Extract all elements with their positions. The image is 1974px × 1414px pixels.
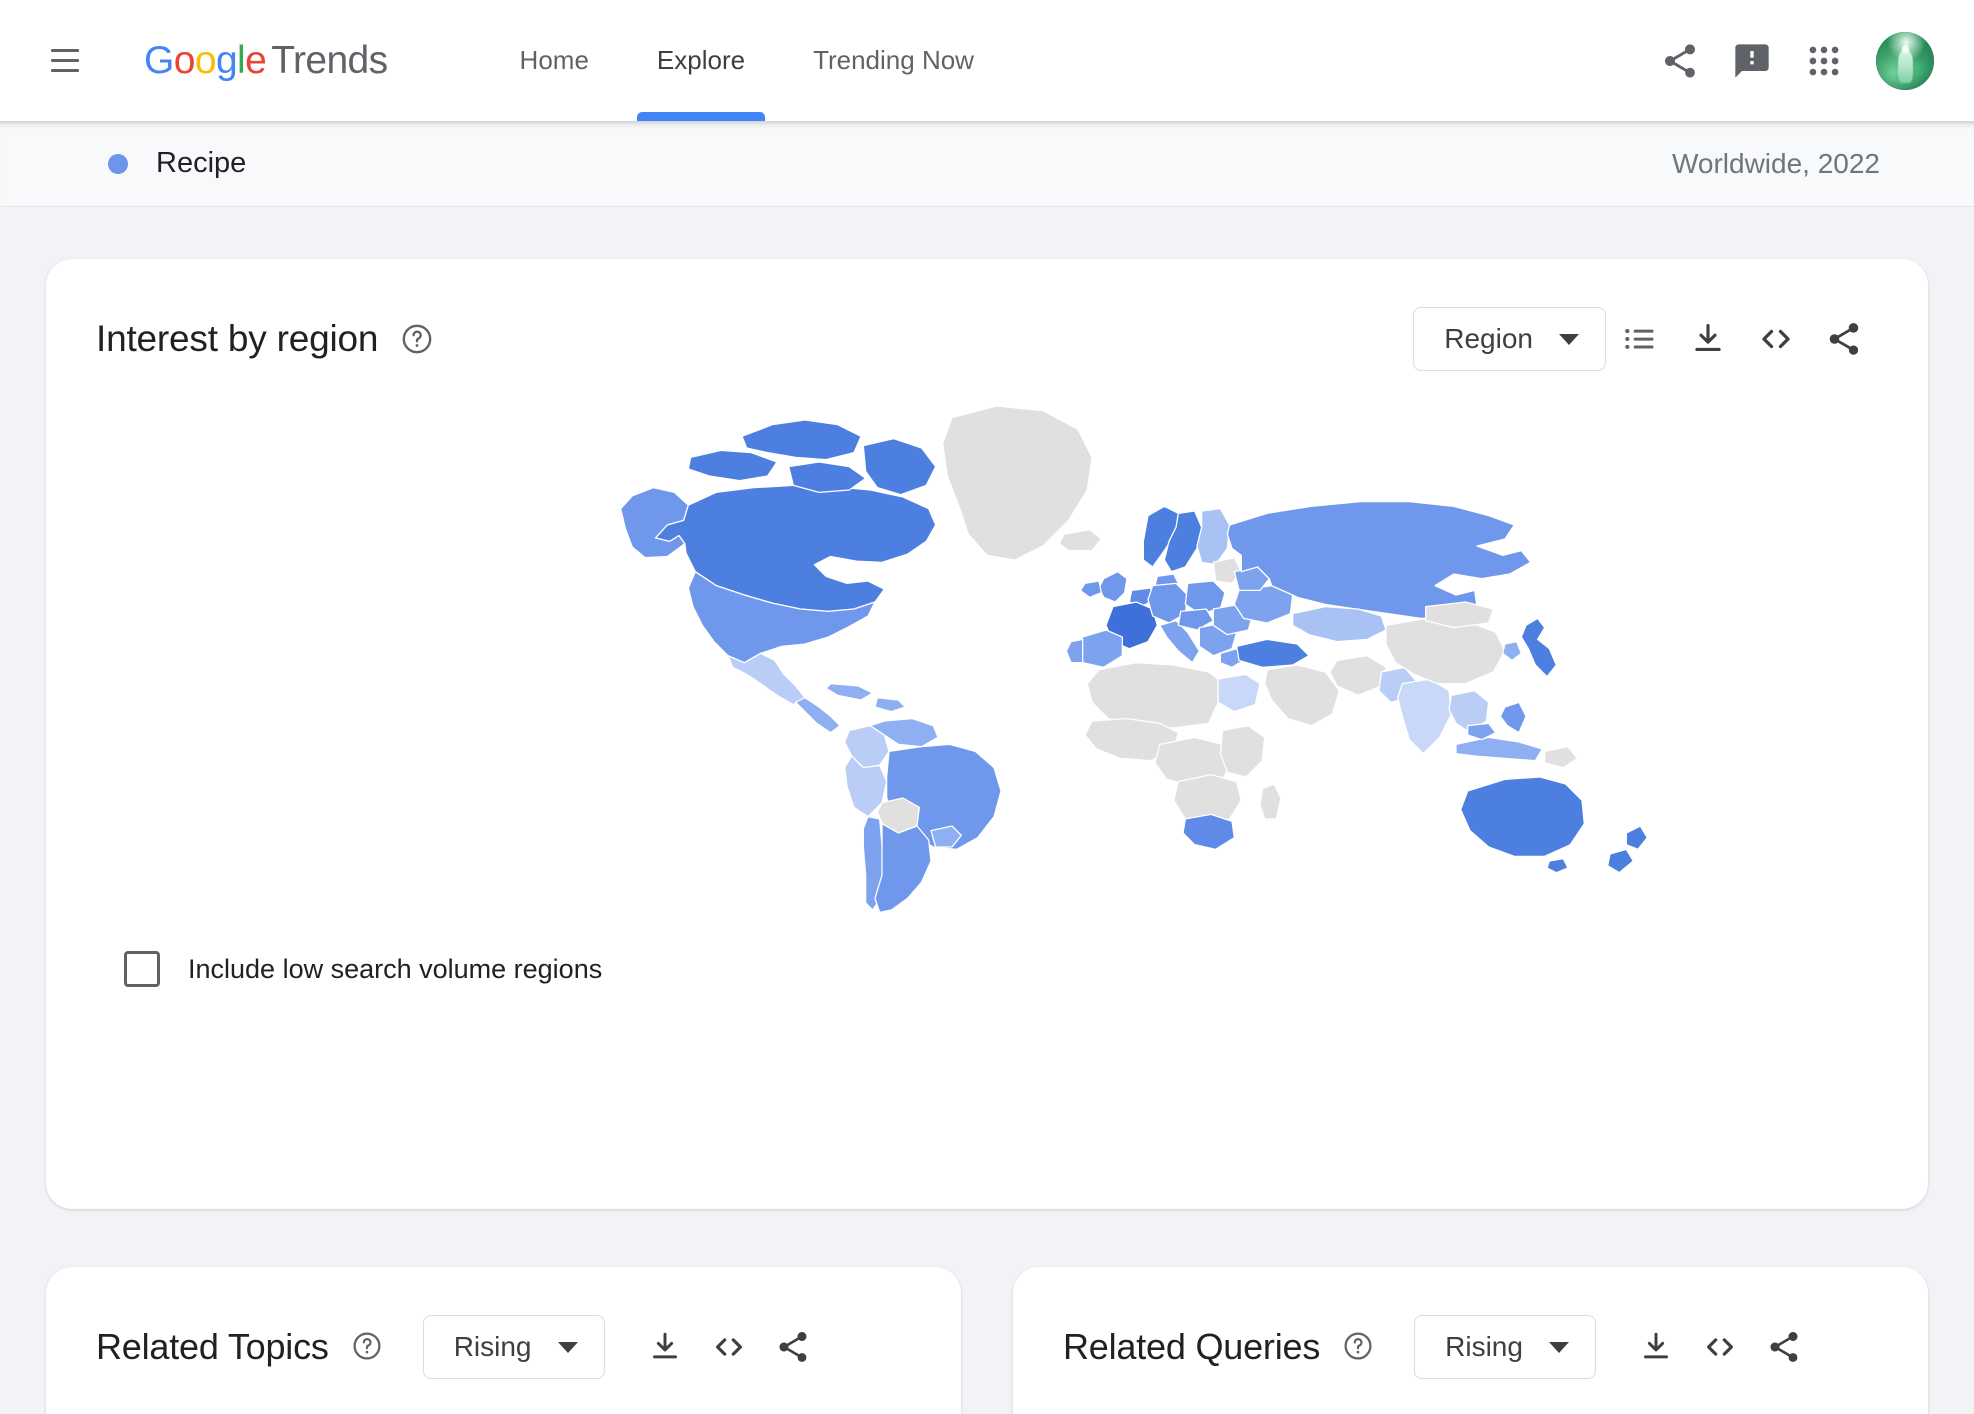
logo-letter-l: l	[237, 38, 246, 82]
low-volume-checkbox-row: Include low search volume regions	[124, 951, 1878, 987]
map-region-canada-arctic-1[interactable]	[741, 419, 862, 461]
share-icon[interactable]	[761, 1315, 825, 1379]
related-queries-title: Related Queries	[1063, 1326, 1321, 1367]
map-region-canada-arctic-3[interactable]	[788, 461, 867, 493]
search-term-label: Recipe	[156, 147, 247, 179]
related-panels-row: Related Topics Rising Related Queries Ri…	[46, 1267, 1928, 1414]
related-topics-card: Related Topics Rising	[46, 1267, 961, 1414]
map-region-central-america[interactable]	[795, 697, 841, 734]
tab-home[interactable]: Home	[486, 0, 623, 121]
map-region-cuba[interactable]	[825, 683, 874, 701]
interest-by-region-tools	[1606, 305, 1878, 373]
account-avatar[interactable]	[1876, 31, 1934, 90]
map-region-south-korea[interactable]	[1502, 641, 1522, 661]
logo-letter-o1: o	[173, 38, 196, 82]
list-view-icon[interactable]	[1606, 305, 1674, 373]
map-region-finland[interactable]	[1196, 508, 1231, 566]
scope-label: Worldwide, 2022	[1671, 147, 1880, 179]
share-icon[interactable]	[1644, 25, 1716, 97]
region-level-select[interactable]: Region	[1413, 307, 1606, 371]
logo-letter-e: e	[245, 38, 267, 82]
google-trends-logo[interactable]: Go o g l e Trends	[144, 39, 388, 83]
related-queries-card: Related Queries Rising	[1013, 1267, 1928, 1414]
map-region-japan[interactable]	[1520, 617, 1557, 678]
embed-code-icon[interactable]	[1742, 305, 1810, 373]
map-region-madagascar[interactable]	[1259, 783, 1282, 820]
related-queries-tools	[1624, 1315, 1816, 1379]
series-color-dot	[108, 153, 128, 174]
map-region-south-africa[interactable]	[1182, 813, 1235, 850]
region-level-value: Region	[1444, 323, 1533, 354]
share-icon[interactable]	[1810, 305, 1878, 373]
map-region-canada-arctic-2[interactable]	[687, 449, 778, 482]
related-queries-sort-value: Rising	[1445, 1331, 1523, 1362]
feedback-icon[interactable]	[1716, 25, 1788, 97]
map-region-north-africa[interactable]	[1086, 662, 1219, 729]
map-region-indonesia[interactable]	[1455, 736, 1543, 762]
search-term-bar: Recipe Worldwide, 2022	[0, 121, 1974, 207]
map-region-portugal[interactable]	[1065, 638, 1084, 664]
help-icon[interactable]	[351, 1330, 385, 1364]
avatar-figure	[1898, 48, 1914, 83]
help-icon[interactable]	[1342, 1330, 1376, 1364]
map-region-canada-baffin[interactable]	[862, 438, 937, 496]
related-topics-sort-value: Rising	[453, 1331, 532, 1362]
include-low-volume-label[interactable]: Include low search volume regions	[188, 954, 602, 985]
main-content: Interest by region Region Include low se…	[0, 259, 1974, 1414]
chevron-down-icon	[1548, 1341, 1569, 1353]
interest-by-region-card: Interest by region Region Include low se…	[46, 259, 1928, 1209]
chevron-down-icon	[557, 1341, 578, 1353]
related-queries-header: Related Queries Rising	[1063, 1311, 1884, 1383]
map-region-hispaniola[interactable]	[874, 697, 906, 713]
embed-code-icon[interactable]	[1688, 1315, 1752, 1379]
map-region-new-zealand-south[interactable]	[1607, 848, 1634, 874]
related-topics-title: Related Topics	[96, 1326, 329, 1367]
map-region-tasmania[interactable]	[1546, 858, 1569, 874]
logo-word-trends: Trends	[271, 38, 388, 82]
tab-trending-now[interactable]: Trending Now	[779, 0, 1008, 121]
logo-letter-o2: o	[194, 38, 217, 82]
download-icon[interactable]	[633, 1315, 697, 1379]
embed-code-icon[interactable]	[697, 1315, 761, 1379]
map-region-egypt[interactable]	[1217, 673, 1261, 713]
avatar-head	[1901, 45, 1910, 53]
help-icon[interactable]	[400, 322, 434, 356]
world-choropleth-map[interactable]	[96, 385, 1878, 945]
apps-grid-icon[interactable]	[1788, 25, 1860, 97]
map-region-argentina[interactable]	[874, 823, 932, 913]
logo-letter-g2: g	[215, 38, 238, 82]
map-region-mongolia[interactable]	[1425, 601, 1494, 629]
map-region-east-africa[interactable]	[1219, 725, 1266, 778]
chevron-down-icon	[1559, 333, 1579, 345]
download-icon[interactable]	[1624, 1315, 1688, 1379]
include-low-volume-checkbox[interactable]	[124, 951, 160, 987]
map-region-papua[interactable]	[1544, 746, 1578, 769]
map-region-ireland[interactable]	[1079, 580, 1102, 598]
tab-explore[interactable]: Explore	[623, 0, 779, 121]
map-region-india[interactable]	[1397, 678, 1452, 755]
top-navigation-bar: Go o g l e Trends Home Explore Trending Now	[0, 0, 1974, 121]
related-queries-sort-select[interactable]: Rising	[1414, 1315, 1596, 1379]
related-topics-sort-select[interactable]: Rising	[422, 1315, 605, 1379]
primary-nav-tabs: Home Explore Trending Now	[486, 0, 1008, 121]
map-region-iceland[interactable]	[1058, 529, 1102, 552]
map-region-mexico[interactable]	[727, 652, 806, 706]
map-region-united-kingdom[interactable]	[1098, 571, 1128, 603]
map-region-middle-east[interactable]	[1264, 664, 1340, 727]
nav-action-icons	[1644, 25, 1934, 97]
interest-by-region-header: Interest by region Region	[96, 303, 1878, 375]
hamburger-menu-icon[interactable]	[38, 34, 92, 88]
search-term-chip[interactable]: Recipe	[108, 147, 246, 180]
map-region-australia[interactable]	[1460, 776, 1585, 857]
map-region-new-zealand[interactable]	[1625, 825, 1648, 850]
map-region-turkey[interactable]	[1236, 638, 1310, 668]
page-title: Interest by region	[96, 318, 379, 359]
map-region-philippines[interactable]	[1499, 701, 1527, 734]
download-icon[interactable]	[1674, 305, 1742, 373]
related-topics-tools	[633, 1315, 825, 1379]
share-icon[interactable]	[1752, 1315, 1816, 1379]
related-topics-header: Related Topics Rising	[96, 1311, 917, 1383]
logo-letter-g1: G	[144, 38, 174, 82]
